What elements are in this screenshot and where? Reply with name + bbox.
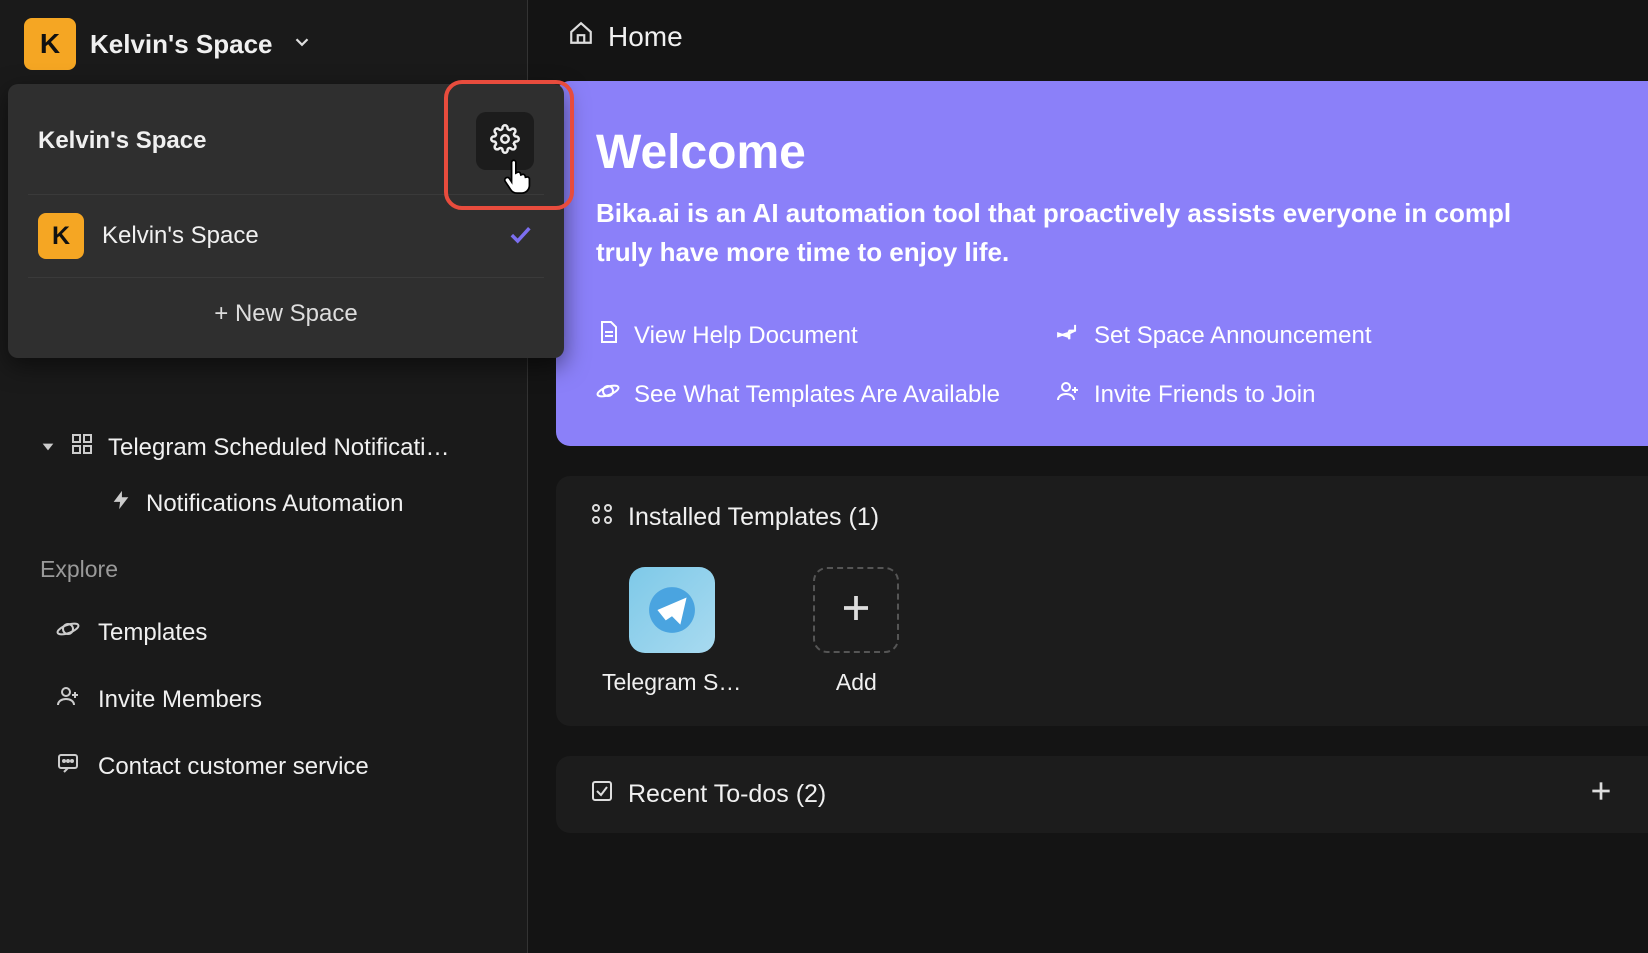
checkbox-icon <box>590 779 614 810</box>
user-plus-icon <box>1056 379 1080 410</box>
chevron-down-icon <box>291 31 313 58</box>
space-option-kelvin[interactable]: K Kelvin's Space <box>8 195 564 277</box>
grid-icon <box>70 432 94 463</box>
explore-heading: Explore <box>0 532 527 599</box>
main-content: Home Welcome Bika.ai is an AI automation… <box>528 0 1648 953</box>
space-option-avatar: K <box>38 213 84 259</box>
pin-icon <box>1056 320 1080 351</box>
space-switcher[interactable]: K Kelvin's Space <box>0 12 527 90</box>
welcome-title: Welcome <box>596 125 1608 180</box>
welcome-card: Welcome Bika.ai is an AI automation tool… <box>556 81 1648 446</box>
space-name: Kelvin's Space <box>90 29 273 60</box>
automation-label: Notifications Automation <box>146 490 403 518</box>
space-settings-button[interactable] <box>476 112 534 170</box>
check-icon <box>506 220 534 253</box>
gear-icon <box>490 124 520 159</box>
sidebar-invite-members[interactable]: Invite Members <box>0 666 527 733</box>
planet-icon <box>596 379 620 410</box>
folder-label: Telegram Scheduled Notificati… <box>108 434 450 462</box>
invite-label: Invite Members <box>98 686 262 714</box>
link-help-document[interactable]: View Help Document <box>596 320 1036 351</box>
installed-templates-section: Installed Templates (1) Telegram S… <box>556 476 1648 726</box>
add-label: Add <box>836 669 877 696</box>
user-plus-icon <box>56 684 80 715</box>
breadcrumb: Home <box>528 0 1648 81</box>
todos-header: Recent To-dos (2) <box>628 780 826 809</box>
link-set-announcement[interactable]: Set Space Announcement <box>1056 320 1608 351</box>
home-icon <box>568 20 594 53</box>
chat-icon <box>56 751 80 782</box>
contact-label: Contact customer service <box>98 753 369 781</box>
welcome-description: Bika.ai is an AI automation tool that pr… <box>596 194 1608 272</box>
sidebar-item-automation[interactable]: Notifications Automation <box>0 475 527 532</box>
space-option-name: Kelvin's Space <box>102 222 488 250</box>
sidebar-templates[interactable]: Templates <box>0 599 527 666</box>
templates-header: Installed Templates (1) <box>628 503 879 532</box>
new-space-button[interactable]: + New Space <box>8 278 564 352</box>
template-thumbnail <box>629 567 715 653</box>
template-label: Telegram S… <box>602 669 741 696</box>
dropdown-title: Kelvin's Space <box>38 127 206 155</box>
link-see-templates[interactable]: See What Templates Are Available <box>596 379 1036 410</box>
space-avatar: K <box>24 18 76 70</box>
template-add[interactable]: Add <box>813 567 899 696</box>
apps-icon <box>590 502 614 533</box>
recent-todos-section: Recent To-dos (2) <box>556 756 1648 833</box>
add-tile <box>813 567 899 653</box>
template-telegram[interactable]: Telegram S… <box>602 567 741 696</box>
plus-icon <box>838 590 874 631</box>
document-icon <box>596 320 620 351</box>
plus-icon[interactable] <box>1588 778 1614 811</box>
triangle-down-icon <box>40 434 56 462</box>
planet-icon <box>56 617 80 648</box>
sidebar-contact-support[interactable]: Contact customer service <box>0 733 527 800</box>
breadcrumb-label: Home <box>608 21 683 53</box>
space-dropdown: Kelvin's Space K Kelvin's Space + New Sp… <box>8 84 564 358</box>
templates-label: Templates <box>98 619 207 647</box>
link-invite-friends[interactable]: Invite Friends to Join <box>1056 379 1608 410</box>
sidebar-folder-telegram[interactable]: Telegram Scheduled Notificati… <box>0 420 527 475</box>
lightning-icon <box>110 489 132 518</box>
